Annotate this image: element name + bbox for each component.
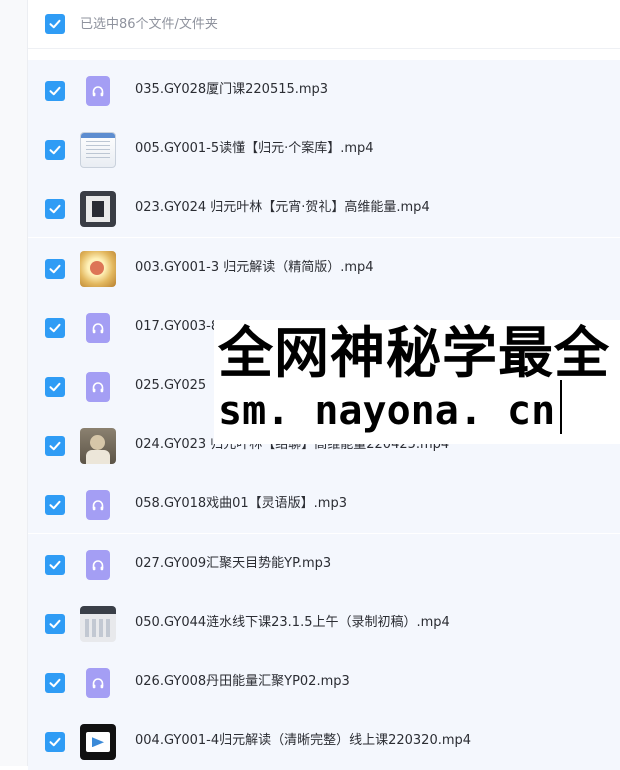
- file-name[interactable]: 035.GY028厦门课220515.mp3: [135, 80, 328, 100]
- file-name[interactable]: 004.GY001-4归元解读（清晰完整）线上课220320.mp4: [135, 731, 471, 751]
- file-checkbox[interactable]: [45, 81, 65, 101]
- file-row[interactable]: 050.GY044涟水线下课23.1.5上午（录制初稿）.mp4: [28, 592, 620, 652]
- left-sidebar-strip: [0, 0, 28, 766]
- file-name[interactable]: 026.GY008丹田能量汇聚YP02.mp3: [135, 672, 350, 692]
- file-checkbox[interactable]: [45, 732, 65, 753]
- file-checkbox[interactable]: [45, 495, 65, 516]
- file-row[interactable]: 023.GY024 归元叶林【元宵·贺礼】高维能量.mp4: [28, 178, 620, 238]
- file-checkbox[interactable]: [45, 673, 65, 693]
- audio-file-icon: [80, 73, 116, 109]
- file-row[interactable]: 026.GY008丹田能量汇聚YP02.mp3: [28, 652, 620, 711]
- selection-count: 已选中86个文件/文件夹: [80, 17, 218, 32]
- file-name[interactable]: 027.GY009汇聚天目势能YP.mp3: [135, 554, 331, 574]
- file-row[interactable]: 003.GY001-3 归元解读（精简版）.mp4: [28, 237, 620, 297]
- video-thumbnail: [80, 132, 116, 169]
- headphones-icon: [86, 312, 110, 343]
- file-name[interactable]: 050.GY044涟水线下课23.1.5上午（录制初稿）.mp4: [135, 613, 450, 633]
- audio-file-icon: [80, 665, 116, 701]
- file-name[interactable]: 003.GY001-3 归元解读（精简版）.mp4: [135, 258, 374, 278]
- headphones-icon: [86, 668, 110, 698]
- headphones-icon: [86, 372, 110, 402]
- file-checkbox[interactable]: [45, 199, 65, 220]
- watermark-title: 全网神秘学最全: [218, 321, 611, 385]
- checkmark-icon: [49, 205, 61, 214]
- file-checkbox[interactable]: [45, 317, 65, 338]
- file-checkbox[interactable]: [45, 436, 65, 457]
- watermark-overlay: 全网神秘学最全 sm. nayona. cn: [214, 320, 620, 444]
- file-name[interactable]: 025.GY025: [135, 376, 206, 396]
- video-thumbnail: [80, 428, 116, 465]
- checkmark-icon: [49, 678, 61, 688]
- file-name[interactable]: 005.GY001-5读懂【归元·个案库】.mp4: [135, 139, 374, 159]
- select-all-checkbox[interactable]: [45, 14, 65, 34]
- checkmark-icon: [49, 501, 61, 510]
- selection-header: 已选中86个文件/文件夹: [28, 0, 620, 49]
- file-name[interactable]: 023.GY024 归元叶林【元宵·贺礼】高维能量.mp4: [135, 198, 430, 218]
- file-checkbox[interactable]: [45, 140, 65, 161]
- checkmark-icon: [49, 560, 61, 569]
- checkmark-icon: [49, 382, 61, 392]
- audio-file-icon: [80, 369, 116, 405]
- checkmark-icon: [49, 145, 61, 155]
- audio-file-icon: [80, 547, 116, 583]
- file-row[interactable]: 035.GY028厦门课220515.mp3: [28, 60, 620, 119]
- file-row[interactable]: 027.GY009汇聚天目势能YP.mp3: [28, 533, 620, 593]
- file-checkbox[interactable]: [45, 377, 65, 397]
- file-checkbox[interactable]: [45, 554, 65, 575]
- file-row[interactable]: 058.GY018戏曲01【灵语版】.mp3: [28, 474, 620, 534]
- file-checkbox[interactable]: [45, 258, 65, 279]
- checkmark-icon: [49, 619, 61, 628]
- video-thumbnail: [80, 191, 116, 228]
- file-row[interactable]: 005.GY001-5读懂【归元·个案库】.mp4: [28, 119, 620, 179]
- file-row[interactable]: 004.GY001-4归元解读（清晰完整）线上课220320.mp4: [28, 711, 620, 770]
- file-name[interactable]: 017.GY003-8: [135, 317, 219, 337]
- checkmark-icon: [49, 737, 61, 747]
- file-name[interactable]: 058.GY018戏曲01【灵语版】.mp3: [135, 494, 347, 514]
- video-thumbnail: [80, 724, 116, 761]
- headphones-icon: [86, 490, 110, 521]
- checkmark-icon: [49, 323, 61, 332]
- watermark-url: sm. nayona. cn: [218, 388, 556, 434]
- video-thumbnail: [80, 605, 116, 642]
- file-checkbox[interactable]: [45, 613, 65, 634]
- checkmark-icon: [49, 86, 61, 96]
- checkmark-icon: [49, 441, 61, 451]
- text-caret: [560, 380, 562, 434]
- checkmark-icon: [49, 19, 61, 29]
- video-thumbnail: [80, 250, 116, 287]
- checkmark-icon: [49, 264, 61, 273]
- headphones-icon: [86, 549, 110, 580]
- audio-file-icon: [80, 310, 116, 346]
- file-manager: 已选中86个文件/文件夹 035.GY028厦门课220515.mp3 005.G…: [0, 0, 620, 770]
- headphones-icon: [86, 76, 110, 106]
- audio-file-icon: [80, 487, 116, 523]
